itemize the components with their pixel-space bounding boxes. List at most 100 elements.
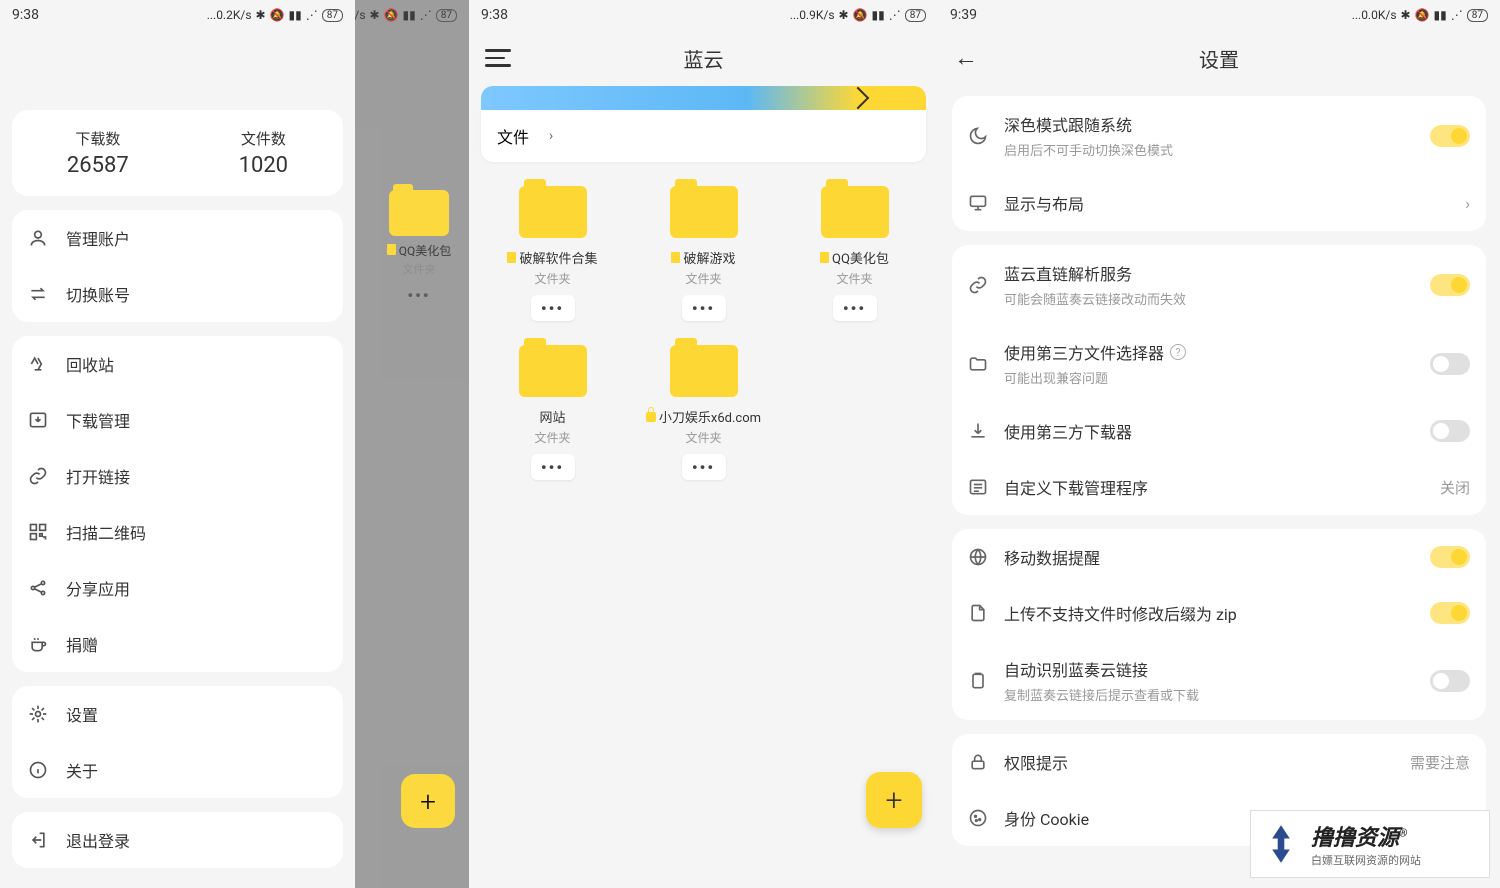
info-icon — [28, 760, 48, 780]
about-row[interactable]: 关于 — [12, 742, 343, 798]
direct-link-row[interactable]: 蓝云直链解析服务 可能会随蓝奏云链接改动而失效 — [952, 245, 1486, 324]
setting-subtitle: 可能出现兼容问题 — [1004, 368, 1414, 387]
doc-badge-icon — [507, 252, 516, 263]
switch-account-row[interactable]: 切换账号 — [12, 266, 343, 322]
mobile-data-alert-row[interactable]: 移动数据提醒 — [952, 529, 1486, 585]
folder-more-button[interactable]: ••• — [682, 295, 726, 321]
banner-image[interactable] — [481, 86, 926, 110]
lock-icon — [968, 752, 988, 772]
download-manager-row[interactable]: 下载管理 — [12, 392, 343, 448]
folder-type: 文件夹 — [685, 429, 721, 446]
battery-icon: 87 — [322, 9, 343, 22]
folder-item[interactable]: 破解游戏 文件夹 ••• — [632, 178, 775, 329]
toggle-switch[interactable] — [1430, 602, 1470, 624]
bg-folder-more: ••• — [399, 283, 439, 307]
zip-suffix-row[interactable]: 上传不支持文件时修改后缀为 zip — [952, 585, 1486, 641]
files-stat: 文件数 1020 — [239, 128, 288, 178]
breadcrumb[interactable]: 文件 › — [481, 110, 926, 162]
setting-title: 显示与布局 — [1004, 191, 1449, 215]
logout-row[interactable]: 退出登录 — [12, 812, 343, 868]
toggle-switch[interactable] — [1430, 125, 1470, 147]
mute-icon: 🔕 — [270, 8, 285, 22]
toggle-switch[interactable] — [1430, 670, 1470, 692]
settings-row[interactable]: 设置 — [12, 686, 343, 742]
back-button[interactable]: ← — [954, 44, 978, 73]
folder-more-button[interactable]: ••• — [833, 295, 877, 321]
row-label: 下载管理 — [66, 408, 130, 432]
dark-mode-follow-row[interactable]: 深色模式跟随系统 启用后不可手动切换深色模式 — [952, 96, 1486, 175]
clipboard-icon — [968, 671, 988, 691]
display-layout-row[interactable]: 显示与布局 › — [952, 175, 1486, 231]
fab-add[interactable]: + — [401, 774, 455, 828]
folder-item[interactable]: 网站 文件夹 ••• — [481, 337, 624, 488]
setting-title: 自定义下载管理程序 — [1004, 475, 1424, 499]
share-app-row[interactable]: 分享应用 — [12, 560, 343, 616]
gear-icon — [28, 704, 48, 724]
manage-account-row[interactable]: 管理账户 — [12, 210, 343, 266]
battery-icon: 87 — [905, 9, 926, 22]
bg-folder-sub: 文件夹 — [369, 261, 469, 277]
statusbar-time: 9:39 — [950, 7, 977, 23]
recycle-icon — [28, 354, 48, 374]
recycle-bin-row[interactable]: 回收站 — [12, 336, 343, 392]
logout-icon — [28, 830, 48, 850]
qr-icon — [28, 522, 48, 542]
folder-icon — [519, 186, 587, 238]
setting-title: 深色模式跟随系统 — [1004, 112, 1414, 136]
signal-icon: ▮▮ — [1434, 8, 1447, 22]
statusbar: 9:39 ...0.0K/s ✱ 🔕 ▮▮ ⋰ 87 — [938, 0, 1500, 30]
permission-alert-row[interactable]: 权限提示 需要注意 — [952, 734, 1486, 790]
behavior-group: 移动数据提醒 上传不支持文件时修改后缀为 zip 自动识别蓝奏云链接 复制蓝奏云… — [952, 529, 1486, 720]
scan-qr-row[interactable]: 扫描二维码 — [12, 504, 343, 560]
folder-more-button[interactable]: ••• — [682, 454, 726, 480]
setting-value: 关闭 — [1440, 477, 1470, 498]
appearance-group: 深色模式跟随系统 启用后不可手动切换深色模式 显示与布局 › — [952, 96, 1486, 231]
share-icon — [28, 578, 48, 598]
toggle-switch[interactable] — [1430, 274, 1470, 296]
folder-item[interactable]: QQ美化包 文件夹 ••• — [783, 178, 926, 329]
signal-icon: ▮▮ — [289, 8, 302, 22]
third-party-downloader-row[interactable]: 使用第三方下载器 — [952, 403, 1486, 459]
row-label: 切换账号 — [66, 282, 130, 306]
folder-type: 文件夹 — [534, 270, 570, 287]
menu-button[interactable] — [485, 45, 511, 71]
toggle-switch[interactable] — [1430, 546, 1470, 568]
breadcrumb-root: 文件 — [497, 124, 529, 148]
toggle-switch[interactable] — [1430, 420, 1470, 442]
mute-icon: 🔕 — [853, 8, 868, 22]
statusbar: 9:38 ...0.9K/s ✱ 🔕 ▮▮ ⋰ 87 — [469, 0, 938, 30]
link-icon — [968, 275, 988, 295]
folder-item[interactable]: 破解软件合集 文件夹 ••• — [481, 178, 624, 329]
folder-icon — [389, 190, 449, 236]
navigation-drawer: 9:38 ...0.2K/s ✱ 🔕 ▮▮ ⋰ 87 下载数 26587 文件数… — [0, 0, 355, 888]
folder-icon — [670, 345, 738, 397]
coffee-icon — [28, 634, 48, 654]
toggle-switch[interactable] — [1430, 353, 1470, 375]
services-group: 蓝云直链解析服务 可能会随蓝奏云链接改动而失效 使用第三方文件选择器 ? 可能出… — [952, 245, 1486, 515]
open-link-row[interactable]: 打开链接 — [12, 448, 343, 504]
app-group: 设置 关于 — [12, 686, 343, 798]
screen-drawer: 9:38 ...0.2K/s ✱ 🔕 ▮▮ ⋰ 87 QQ美化包 文件夹 •••… — [0, 0, 469, 888]
chevron-right-icon: › — [549, 128, 553, 144]
moon-icon — [968, 126, 988, 146]
signal-icon: ▮▮ — [872, 8, 885, 22]
globe-icon — [968, 547, 988, 567]
statusbar-speed: ...0.9K/s — [790, 8, 835, 22]
custom-download-manager-row[interactable]: 自定义下载管理程序 关闭 — [952, 459, 1486, 515]
row-label: 设置 — [66, 702, 98, 726]
auto-detect-link-row[interactable]: 自动识别蓝奏云链接 复制蓝奏云链接后提示查看或下载 — [952, 641, 1486, 720]
folder-more-button[interactable]: ••• — [531, 454, 575, 480]
logout-group: 退出登录 — [12, 812, 343, 868]
donate-row[interactable]: 捐赠 — [12, 616, 343, 672]
third-party-picker-row[interactable]: 使用第三方文件选择器 ? 可能出现兼容问题 — [952, 324, 1486, 403]
doc-badge-icon — [387, 244, 396, 255]
fab-add[interactable]: + — [866, 772, 922, 828]
folder-item[interactable]: 小刀娱乐x6d.com 文件夹 ••• — [632, 337, 775, 488]
row-label: 打开链接 — [66, 464, 130, 488]
row-label: 分享应用 — [66, 576, 130, 600]
folder-more-button[interactable]: ••• — [531, 295, 575, 321]
bg-folder-peek: QQ美化包 文件夹 ••• — [369, 180, 469, 323]
help-icon[interactable]: ? — [1170, 344, 1186, 360]
watermark-logo: 撸撸资源® 白嫖互联网资源的网站 — [1250, 810, 1490, 878]
setting-subtitle: 启用后不可手动切换深色模式 — [1004, 140, 1414, 159]
